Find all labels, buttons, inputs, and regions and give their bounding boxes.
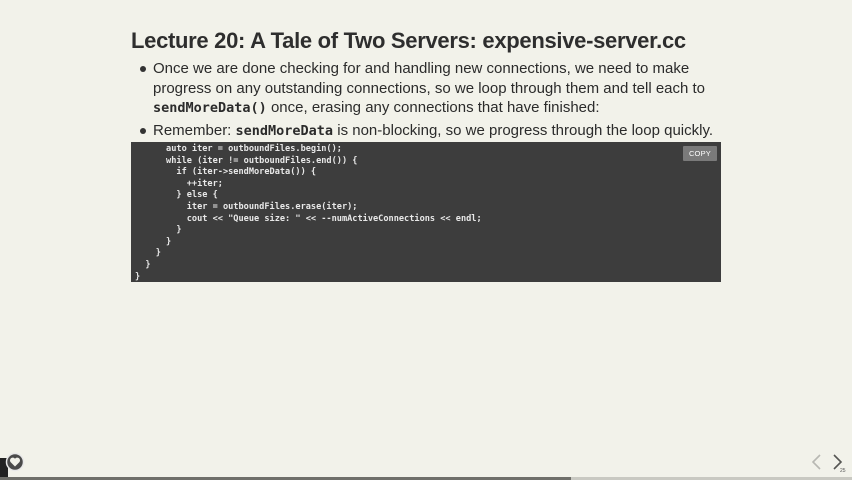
slide-title: Lecture 20: A Tale of Two Servers: expen… [131,28,686,53]
code-line: iter = outboundFiles.erase(iter); [135,201,358,212]
code-line: } [135,271,141,282]
bullet-text: Remember: [153,121,236,139]
code-line: } else { [135,190,218,201]
code-block[interactable]: auto iter = outboundFiles.begin(); while… [131,142,721,282]
logo-icon [5,452,25,472]
code-line: } [135,225,182,236]
bullet-text: once, erasing any connections that have … [266,99,600,116]
code-line: } [135,259,151,270]
code-line: while (iter != outboundFiles.end()) { [135,155,358,166]
chevron-left-icon[interactable] [808,452,826,472]
bullet-text: Once we are done checking for and handli… [153,60,706,97]
code-line: cout << "Queue size: " << --numActiveCon… [135,213,482,224]
copy-button[interactable]: COPY [682,146,717,161]
bullet-item: Remember: sendMoreData is non-blocking, … [137,121,727,142]
code-line: } [135,248,161,259]
inline-code: sendMoreData [235,122,334,139]
bullet-list: Once we are done checking for and handli… [137,59,727,143]
code-line: auto iter = outboundFiles.begin(); [135,144,342,154]
code-line: ++iter; [135,178,223,189]
code-line: } [135,236,172,247]
bullet-item: Once we are done checking for and handli… [137,59,727,119]
bullet-text: is non-blocking, so we progress through … [333,121,714,139]
inline-code: sendMoreData() [153,100,267,116]
slide-number: 25 [840,468,846,474]
code-content[interactable]: auto iter = outboundFiles.begin(); while… [131,142,721,282]
code-line: if (iter->sendMoreData()) { [135,167,317,178]
